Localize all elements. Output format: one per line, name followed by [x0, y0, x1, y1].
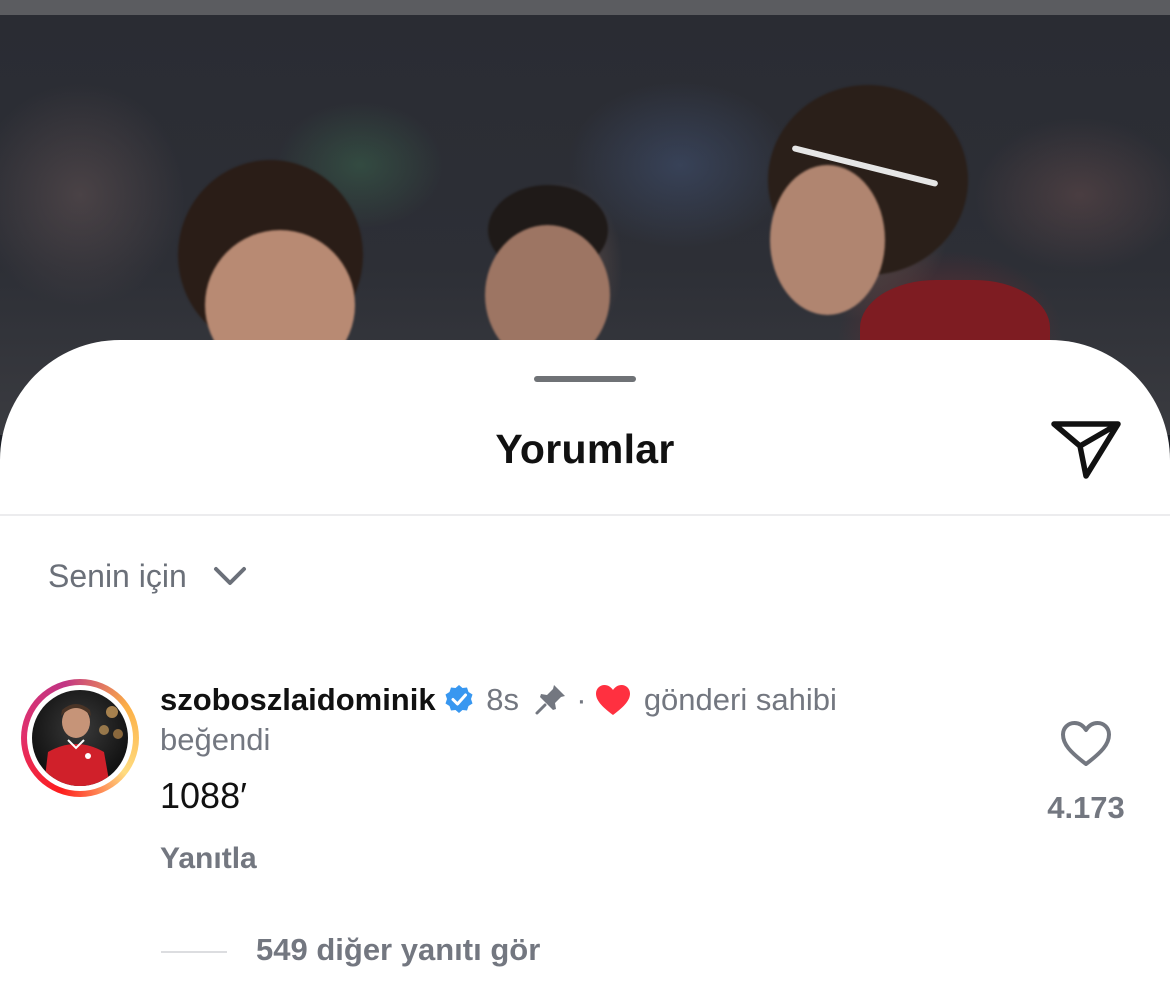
pin-icon — [534, 682, 568, 716]
photo-figure — [770, 165, 885, 315]
avatar-ring-gap — [27, 685, 133, 791]
sheet-title: Yorumlar — [495, 426, 675, 472]
sort-label: Senin için — [48, 557, 187, 594]
avatar — [32, 690, 128, 786]
chevron-down-icon — [213, 564, 247, 588]
verified-badge-icon — [444, 684, 474, 714]
comment-text: 1088′ — [160, 775, 247, 816]
heart-outline-icon[interactable] — [1060, 720, 1112, 768]
comments-sheet: Yorumlar Senin için szoboszlaidominik 8s… — [0, 340, 1170, 1007]
meta-separator: · — [576, 682, 587, 717]
comment-header: szoboszlaidominik 8s · gönderi sahibi be… — [160, 680, 920, 760]
paper-plane-icon[interactable] — [1048, 416, 1124, 482]
liked-by-author-text-continued: beğendi — [160, 722, 271, 757]
replies-divider-line — [161, 951, 227, 953]
comment-sort-dropdown[interactable]: Senin için — [48, 554, 247, 598]
comment-username[interactable]: szoboszlaidominik — [160, 682, 436, 717]
red-heart-icon — [595, 684, 631, 716]
reply-button[interactable]: Yanıtla — [160, 842, 257, 876]
like-count: 4.173 — [1047, 790, 1125, 825]
sheet-grabber-handle[interactable] — [534, 376, 636, 382]
header-divider — [0, 514, 1170, 516]
view-replies-button[interactable]: 549 diğer yanıtı gör — [256, 932, 540, 968]
liked-by-author-text: gönderi sahibi — [643, 682, 837, 717]
top-status-strip — [0, 0, 1170, 15]
avatar-story-ring[interactable] — [21, 679, 139, 797]
comment-time: 8s — [486, 682, 519, 717]
